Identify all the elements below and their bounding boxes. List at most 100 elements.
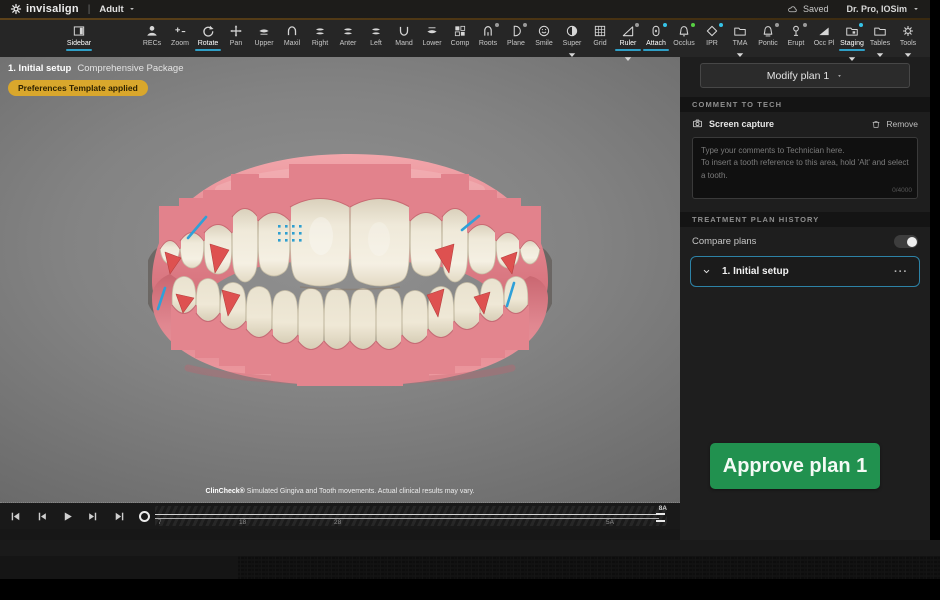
- track-end-marker: [656, 513, 665, 522]
- playback-icon: [87, 510, 100, 523]
- toolbar-item-maxil[interactable]: Maxil: [278, 23, 306, 47]
- remove-button[interactable]: Remove: [871, 119, 918, 129]
- sidebar-panel-icon: [72, 24, 86, 38]
- tool-label: Ruler: [620, 40, 637, 47]
- toolbar-item-rotate[interactable]: Rotate: [194, 23, 222, 51]
- modify-plan-button[interactable]: Modify plan 1: [700, 63, 910, 88]
- previous-stage-button[interactable]: [35, 510, 48, 523]
- toolbar-item-tables[interactable]: Tables: [866, 23, 894, 62]
- divider: |: [88, 4, 91, 15]
- teeth-3d-model[interactable]: [148, 132, 552, 402]
- sidebar-toggle-button[interactable]: Sidebar: [62, 23, 96, 51]
- patient-mode-dropdown[interactable]: Adult: [99, 4, 135, 15]
- caret-down-icon: [901, 48, 915, 62]
- play-button[interactable]: [61, 510, 74, 523]
- tool-icon: [229, 24, 243, 38]
- tool-icon: [817, 24, 831, 38]
- preferences-template-badge: Preferences Template applied: [8, 80, 148, 96]
- toolbar-item-occlus[interactable]: Occlus: [670, 23, 698, 47]
- playback-icon: [61, 510, 74, 523]
- plan-history-item[interactable]: 1. Initial setup ···: [690, 256, 920, 287]
- tool-label: Zoom: [171, 40, 189, 47]
- approve-plan-button[interactable]: Approve plan 1: [710, 443, 880, 489]
- toolbar-item-recs[interactable]: RECs: [138, 23, 166, 47]
- tool-icon: [201, 24, 215, 38]
- tool-label: Pontic: [758, 40, 777, 47]
- tool-icon: [593, 24, 607, 38]
- top-bar-right: Saved Dr. Pro, IOSim: [787, 4, 920, 15]
- toolbar-item-occ-pl[interactable]: Occ Pl: [810, 23, 838, 47]
- top-bar: invisalign | Adult Saved Dr. Pro, IOSim: [0, 0, 930, 18]
- current-stage-marker[interactable]: [139, 511, 150, 522]
- compare-plans-row: Compare plans: [692, 234, 918, 249]
- camera-icon: [692, 118, 703, 129]
- caret-down-icon: [565, 48, 579, 62]
- tool-label: Tools: [900, 40, 916, 47]
- model-viewport[interactable]: 1. Initial setupComprehensive Package Pr…: [0, 57, 680, 503]
- toolbar-item-ipr[interactable]: IPR: [698, 23, 726, 47]
- tool-icon: [369, 24, 383, 38]
- toolbar-item-super[interactable]: Super: [558, 23, 586, 62]
- placeholder-line2: To insert a tooth reference to this area…: [701, 157, 909, 182]
- tool-icon: [397, 24, 411, 38]
- clincheck-disclaimer: ClinCheck® Simulated Gingiva and Tooth m…: [0, 488, 680, 495]
- tool-icon: [509, 24, 523, 38]
- compare-plans-toggle[interactable]: [894, 235, 918, 248]
- comment-textarea[interactable]: Type your comments to Technician here. T…: [692, 137, 918, 199]
- playback-icon: [113, 510, 126, 523]
- tool-label: Occ Pl: [814, 40, 835, 47]
- toolbar-item-right[interactable]: Right: [306, 23, 334, 47]
- toolbar-item-roots[interactable]: Roots: [474, 23, 502, 47]
- toolbar-item-attach[interactable]: Attach: [642, 23, 670, 51]
- toolbar-item-upper[interactable]: Upper: [250, 23, 278, 47]
- toolbar-item-pan[interactable]: Pan: [222, 23, 250, 47]
- tool-label: Sidebar: [67, 40, 91, 47]
- status-dot: [663, 23, 667, 27]
- toolbar-item-lower[interactable]: Lower: [418, 23, 446, 47]
- user-menu[interactable]: Dr. Pro, IOSim: [846, 4, 920, 14]
- tool-label: Tables: [870, 40, 890, 47]
- tool-icon: [733, 24, 747, 38]
- tool-label: Upper: [254, 40, 273, 47]
- tool-icon: [621, 24, 635, 38]
- comment-to-tech-header: COMMENT TO TECH: [680, 97, 930, 112]
- toolbar-item-tools[interactable]: Tools: [894, 23, 922, 62]
- toolbar-item-tma[interactable]: TMA: [726, 23, 754, 62]
- skip-to-first-stage-button[interactable]: [9, 510, 22, 523]
- caret-down-icon: [836, 73, 843, 79]
- status-dot: [803, 23, 807, 27]
- frame-edge-right: [930, 0, 940, 540]
- tool-icon: [285, 24, 299, 38]
- toolbar-item-left[interactable]: Left: [362, 23, 390, 47]
- skip-to-last-stage-button[interactable]: [113, 510, 126, 523]
- more-options-icon[interactable]: ···: [894, 268, 908, 276]
- toolbar-item-plane[interactable]: Plane: [502, 23, 530, 47]
- modify-plan-label: Modify plan 1: [767, 70, 829, 82]
- tool-label: Anter: [340, 40, 357, 47]
- comment-actions-row: Screen capture Remove: [692, 116, 918, 131]
- stage-track[interactable]: 8A 7 18 28 5A: [155, 506, 667, 526]
- toolbar-item-anter[interactable]: Anter: [334, 23, 362, 47]
- tool-icon: [705, 24, 719, 38]
- status-dot: [691, 23, 695, 27]
- tool-icon: [649, 24, 663, 38]
- playback-icon: [9, 510, 22, 523]
- toolbar-item-erupt[interactable]: Erupt: [782, 23, 810, 47]
- tool-label: Comp: [451, 40, 470, 47]
- plan-name: 1. Initial setup: [8, 63, 71, 74]
- toolbar-item-smile[interactable]: Smile: [530, 23, 558, 47]
- toolbar-item-ruler[interactable]: Ruler: [614, 23, 642, 66]
- invisalign-gear-icon: [10, 3, 22, 15]
- tool-label: Maxil: [284, 40, 300, 47]
- screen-capture-button[interactable]: Screen capture: [692, 118, 774, 129]
- tool-icon: [481, 24, 495, 38]
- toolbar-item-grid[interactable]: Grid: [586, 23, 614, 47]
- toolbar-item-mand[interactable]: Mand: [390, 23, 418, 47]
- cloud-icon: [787, 4, 798, 15]
- next-stage-button[interactable]: [87, 510, 100, 523]
- tool-icon: [341, 24, 355, 38]
- toolbar-item-pontic[interactable]: Pontic: [754, 23, 782, 47]
- toolbar-item-comp[interactable]: Comp: [446, 23, 474, 47]
- toolbar-item-staging[interactable]: Staging: [838, 23, 866, 66]
- toolbar-item-zoom[interactable]: Zoom: [166, 23, 194, 47]
